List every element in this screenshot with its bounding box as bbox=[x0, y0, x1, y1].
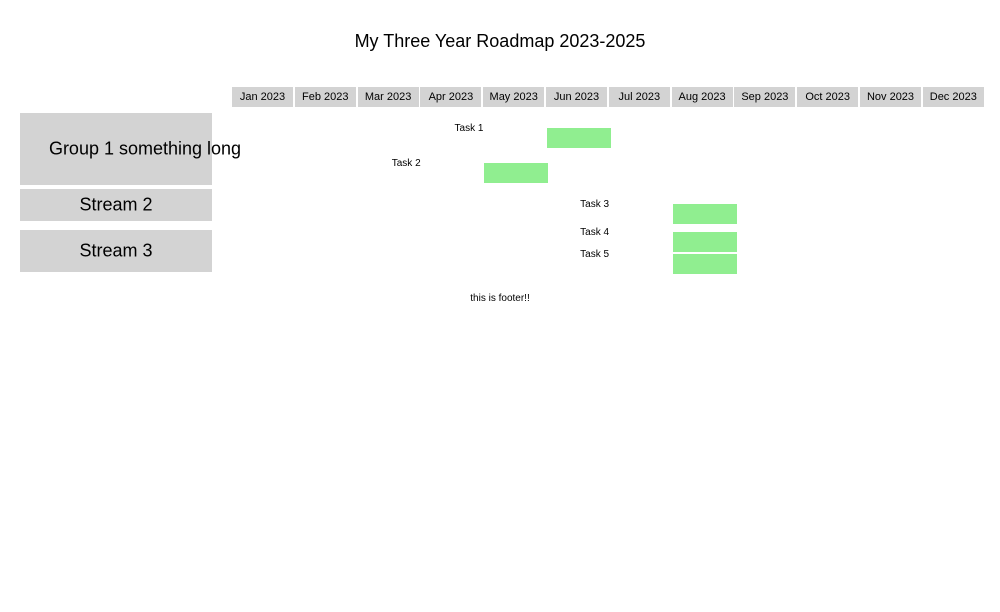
month-header-cell: Jun 2023 bbox=[546, 87, 607, 107]
group-label-1: Group 1 something long bbox=[48, 138, 242, 159]
group-row-1: Group 1 something long bbox=[20, 113, 241, 185]
group-row-2: Stream 2 bbox=[20, 189, 212, 221]
month-header-cell: Jan 2023 bbox=[232, 87, 293, 107]
month-header-cell: Dec 2023 bbox=[922, 87, 984, 107]
month-header-cell: Sep 2023 bbox=[734, 87, 796, 107]
task-label: Task 5 bbox=[580, 249, 610, 260]
task-bar bbox=[484, 163, 549, 183]
month-header-cell: Aug 2023 bbox=[671, 87, 733, 107]
task-bar bbox=[672, 232, 737, 252]
group-label-2: Stream 2 bbox=[79, 194, 153, 215]
month-header-cell: Mar 2023 bbox=[357, 87, 419, 107]
task-label: Task 4 bbox=[580, 227, 610, 238]
month-header-cell: Nov 2023 bbox=[860, 87, 921, 107]
footer-text: this is footer!! bbox=[470, 293, 530, 304]
month-header-cell: Jul 2023 bbox=[608, 87, 670, 107]
task-label: Task 1 bbox=[454, 123, 484, 134]
group-row-3: Stream 3 bbox=[20, 230, 212, 272]
group-label-3: Stream 3 bbox=[79, 240, 153, 261]
task-bar bbox=[547, 128, 611, 148]
month-header-cell: Feb 2023 bbox=[294, 87, 356, 107]
month-header-cell: Oct 2023 bbox=[797, 87, 859, 107]
task-bar bbox=[672, 204, 737, 224]
month-header-cell: Apr 2023 bbox=[420, 87, 482, 107]
task-label: Task 3 bbox=[580, 199, 610, 210]
task-bar bbox=[672, 254, 737, 274]
month-header-cell: May 2023 bbox=[483, 87, 545, 107]
task-label: Task 2 bbox=[391, 158, 421, 169]
chart-title: My Three Year Roadmap 2023-2025 bbox=[354, 31, 646, 51]
